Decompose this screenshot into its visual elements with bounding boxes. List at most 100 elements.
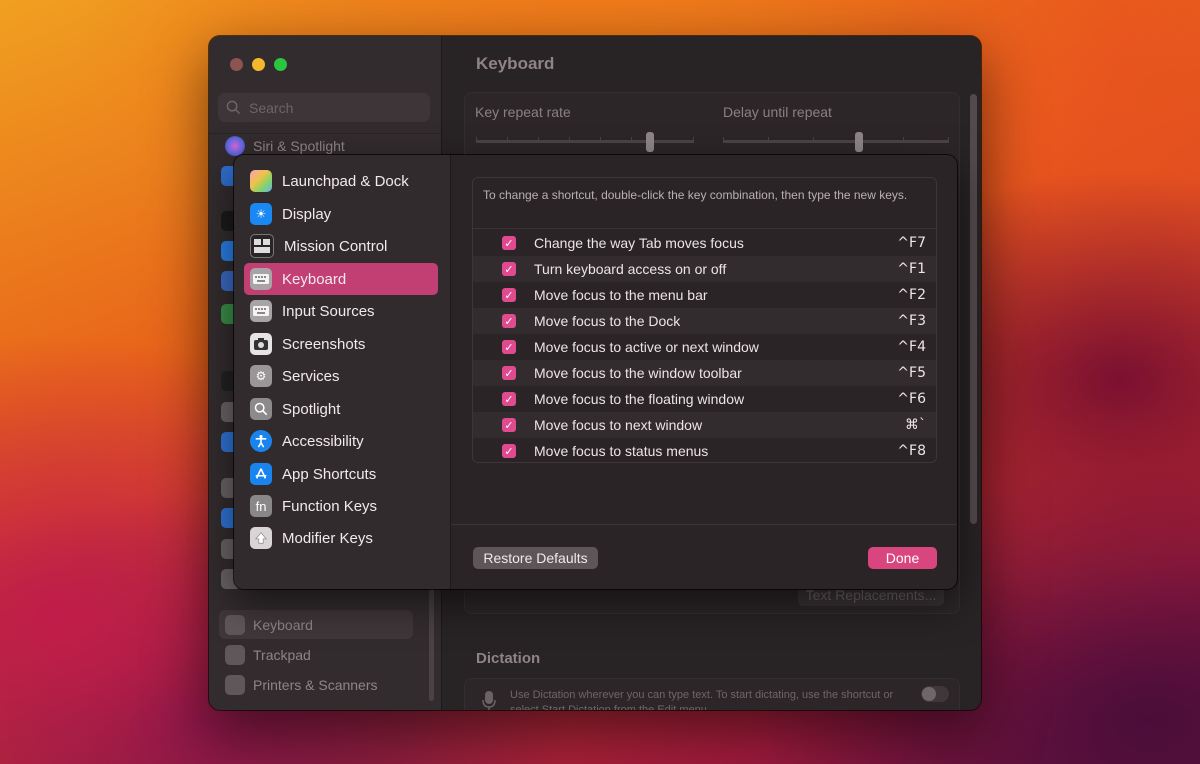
- shortcut-row[interactable]: ✓ Move focus to status menus ^F8: [473, 438, 936, 462]
- category-label: Display: [282, 205, 332, 223]
- shortcut-key[interactable]: ⌘`: [905, 417, 926, 433]
- category-label: Modifier Keys: [282, 529, 373, 547]
- app-store-icon: [250, 463, 272, 485]
- shortcut-key[interactable]: ^F6: [897, 391, 926, 407]
- category-services[interactable]: ⚙ Services: [244, 360, 438, 392]
- category-keyboard[interactable]: Keyboard: [244, 263, 438, 295]
- keyboard-icon: [250, 268, 272, 290]
- category-accessibility[interactable]: Accessibility: [244, 425, 438, 457]
- slider-track: [476, 140, 694, 143]
- gears-icon: ⚙: [250, 365, 272, 387]
- shortcut-list: ✓ Change the way Tab moves focus ^F7 ✓ T…: [473, 230, 936, 462]
- category-screenshots[interactable]: Screenshots: [244, 328, 438, 360]
- shortcut-checkbox[interactable]: ✓: [502, 262, 516, 276]
- up-arrow-icon: [250, 527, 272, 549]
- shortcut-key[interactable]: ^F4: [897, 339, 926, 355]
- shortcut-checkbox[interactable]: ✓: [502, 444, 516, 458]
- slider-tick: [723, 137, 724, 143]
- slider-tick: [813, 137, 814, 143]
- shortcut-checkbox[interactable]: ✓: [502, 288, 516, 302]
- divider: [451, 524, 957, 525]
- category-mission-control[interactable]: Mission Control: [244, 230, 438, 262]
- slider-tick: [569, 137, 570, 143]
- category-label: Launchpad & Dock: [282, 172, 409, 190]
- shortcut-key[interactable]: ^F5: [897, 365, 926, 381]
- category-label: Screenshots: [282, 335, 366, 353]
- sidebar-item-label: Siri & Spotlight: [253, 137, 345, 154]
- dictation-title: Dictation: [476, 650, 541, 667]
- mission-control-icon: [250, 234, 274, 258]
- shortcut-key[interactable]: ^F2: [897, 287, 926, 303]
- restore-defaults-button[interactable]: Restore Defaults: [473, 547, 598, 569]
- slider-tick: [948, 137, 949, 143]
- sidebar-item-printers-scanners[interactable]: Printers & Scanners: [219, 670, 413, 699]
- category-label: Accessibility: [282, 432, 364, 450]
- slider-tick: [476, 137, 477, 143]
- category-label: Spotlight: [282, 400, 341, 418]
- shortcut-list-box: To change a shortcut, double-click the k…: [472, 177, 937, 463]
- microphone-icon: [482, 691, 496, 710]
- shortcut-label: Move focus to the window toolbar: [534, 365, 742, 381]
- close-window-button[interactable]: [230, 58, 243, 71]
- shortcut-row[interactable]: ✓ Move focus to the Dock ^F3: [473, 308, 936, 334]
- slider-knob[interactable]: [646, 132, 655, 152]
- zoom-window-button[interactable]: [274, 58, 287, 71]
- category-input-sources[interactable]: Input Sources: [244, 295, 438, 327]
- slider-tick: [693, 137, 694, 143]
- slider-tick: [507, 137, 508, 143]
- window-controls: [230, 58, 287, 71]
- shortcut-key[interactable]: ^F3: [897, 313, 926, 329]
- sidebar-item-label: Keyboard: [253, 616, 313, 633]
- sidebar-item-label: Printers & Scanners: [253, 676, 378, 693]
- keyboard-icon: [250, 300, 272, 322]
- category-label: Services: [282, 367, 340, 385]
- slider-knob[interactable]: [854, 132, 863, 152]
- shortcut-label: Move focus to the menu bar: [534, 287, 708, 303]
- dictation-toggle[interactable]: [921, 686, 949, 702]
- sidebar-item-keyboard[interactable]: Keyboard: [219, 610, 413, 639]
- category-spotlight[interactable]: Spotlight: [244, 393, 438, 425]
- dictation-description: Use Dictation wherever you can type text…: [510, 689, 894, 710]
- search-field[interactable]: Search: [218, 93, 430, 122]
- launchpad-icon: [250, 170, 272, 192]
- search-icon: [226, 100, 241, 115]
- category-display[interactable]: ☀ Display: [244, 198, 438, 230]
- shortcut-row[interactable]: ✓ Move focus to the floating window ^F6: [473, 386, 936, 412]
- shortcut-row[interactable]: ✓ Move focus to active or next window ^F…: [473, 334, 936, 360]
- display-brightness-icon: ☀: [250, 203, 272, 225]
- shortcut-label: Move focus to the Dock: [534, 313, 681, 329]
- shortcut-label: Move focus to active or next window: [534, 339, 759, 355]
- shortcut-categories: Launchpad & Dock ☀ Display Mission Contr…: [234, 155, 451, 589]
- category-modifier-keys[interactable]: Modifier Keys: [244, 522, 438, 554]
- accessibility-icon: [250, 430, 272, 452]
- minimize-window-button[interactable]: [252, 58, 265, 71]
- done-button[interactable]: Done: [868, 547, 937, 569]
- shortcut-hint: To change a shortcut, double-click the k…: [483, 188, 908, 202]
- category-launchpad-dock[interactable]: Launchpad & Dock: [244, 165, 438, 197]
- content-scrollbar[interactable]: [970, 94, 977, 524]
- shortcut-row[interactable]: ✓ Move focus to next window ⌘`: [473, 412, 936, 438]
- shortcut-checkbox[interactable]: ✓: [502, 340, 516, 354]
- shortcut-key[interactable]: ^F7: [897, 235, 926, 251]
- category-function-keys[interactable]: fn Function Keys: [244, 490, 438, 522]
- shortcut-label: Move focus to the floating window: [534, 391, 745, 407]
- sidebar-item-label: Trackpad: [253, 646, 311, 663]
- trackpad-icon: [225, 644, 245, 665]
- shortcut-key[interactable]: ^F1: [897, 261, 926, 277]
- sidebar-item-trackpad[interactable]: Trackpad: [219, 640, 413, 669]
- shortcut-row[interactable]: ✓ Move focus to the window toolbar ^F5: [473, 360, 936, 386]
- shortcut-checkbox[interactable]: ✓: [502, 366, 516, 380]
- category-label: Function Keys: [282, 497, 378, 515]
- slider-track: [723, 140, 949, 143]
- category-app-shortcuts[interactable]: App Shortcuts: [244, 458, 438, 490]
- shortcut-checkbox[interactable]: ✓: [502, 236, 516, 250]
- shortcut-row[interactable]: ✓ Turn keyboard access on or off ^F1: [473, 256, 936, 282]
- category-label: Keyboard: [282, 270, 347, 288]
- shortcut-checkbox[interactable]: ✓: [502, 314, 516, 328]
- shortcut-checkbox[interactable]: ✓: [502, 418, 516, 432]
- magnifier-icon: [250, 398, 272, 420]
- shortcut-row[interactable]: ✓ Change the way Tab moves focus ^F7: [473, 230, 936, 256]
- shortcut-checkbox[interactable]: ✓: [502, 392, 516, 406]
- shortcut-key[interactable]: ^F8: [897, 443, 926, 459]
- shortcut-row[interactable]: ✓ Move focus to the menu bar ^F2: [473, 282, 936, 308]
